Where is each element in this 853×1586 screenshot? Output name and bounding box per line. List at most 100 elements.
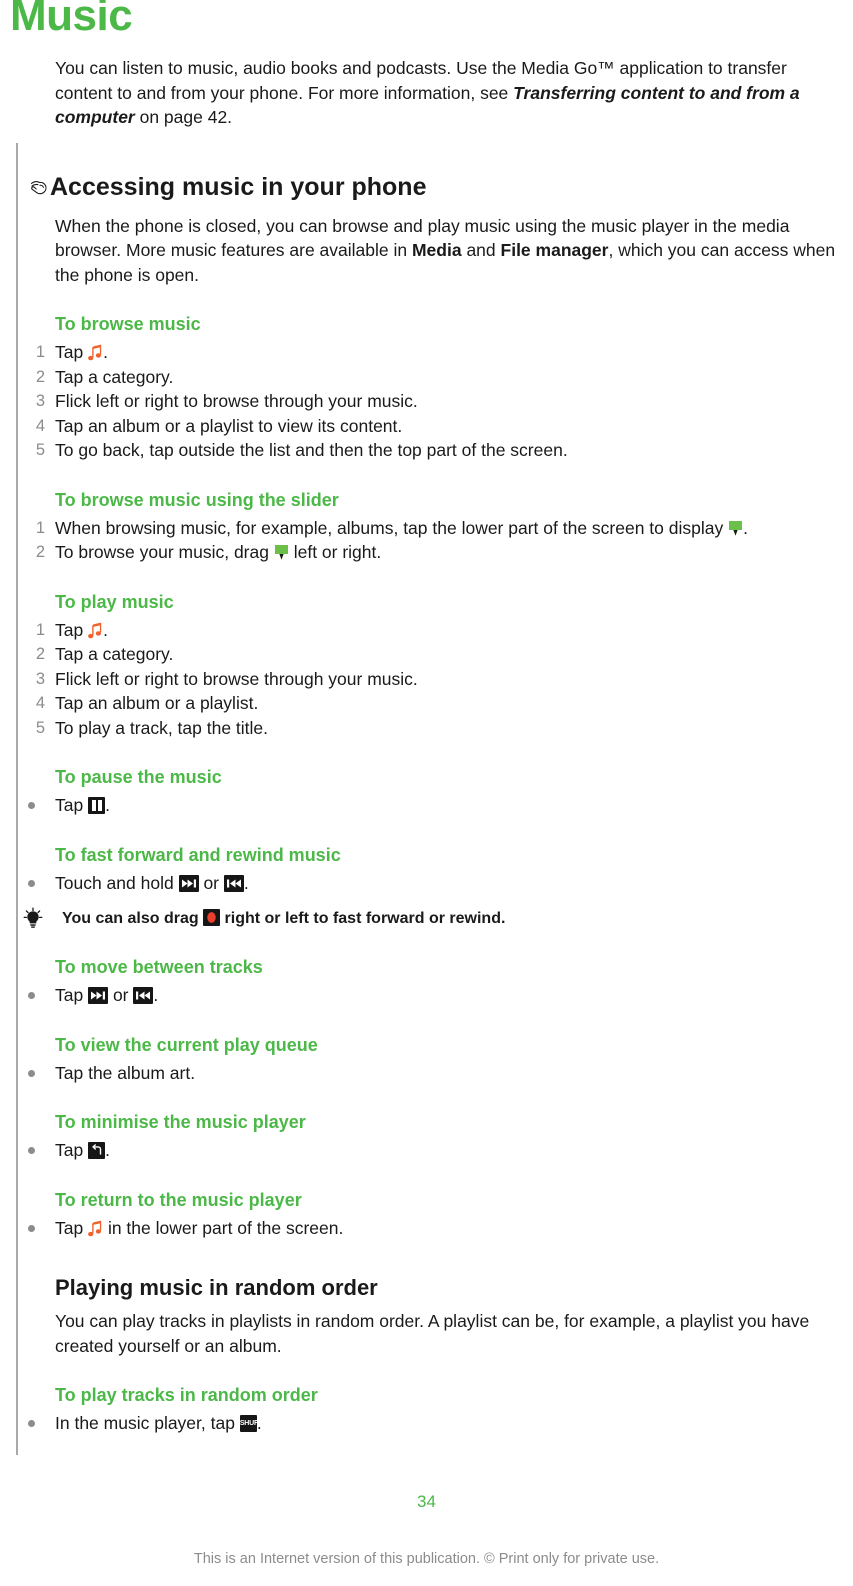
tip-note-fast-forward: You can also drag right or left to fast … [23, 907, 853, 930]
step-item: Tap the album art. [28, 1061, 853, 1086]
procedure-heading-view-play-queue: To view the current play queue [55, 1034, 318, 1055]
section-bold-file-manager: File manager [500, 240, 609, 260]
step-item: 4 Tap an album or a playlist to view its … [36, 414, 853, 439]
document-page: Music You can listen to music, audio boo… [0, 0, 853, 1586]
step-bullet [28, 1224, 35, 1232]
step-item: Tap . [28, 793, 853, 818]
procedure-heading-play-music: To play music [55, 591, 174, 612]
step-text: Tap [55, 795, 89, 815]
section-heading-accessing-music: Accessing music in your phone [28, 172, 853, 202]
tip-text-pre: You can also drag [62, 910, 204, 927]
page-number: 34 [417, 1492, 436, 1511]
slider-marker-icon [274, 543, 289, 560]
next-track-icon [178, 874, 199, 892]
step-text: Tap the album art. [55, 1062, 196, 1083]
step-text: Tap [55, 1217, 89, 1238]
step-text: Flick left or right to browse through yo… [55, 391, 418, 411]
step-item: 5 To go back, tap outside the list and th… [36, 438, 853, 463]
step-number: 5 [35, 718, 45, 737]
step-number: 5 [35, 441, 45, 459]
previous-track-icon [223, 874, 244, 892]
drag-handle-icon [203, 909, 221, 926]
step-item: Tap in the lower part of the screen. [28, 1216, 853, 1241]
step-text: To play a track, tap the title. [55, 717, 269, 738]
step-text: Tap an album or a playlist. [55, 693, 259, 713]
step-text-mid: or [108, 985, 134, 1005]
shuffle-icon: SHUF [239, 1415, 258, 1432]
step-text: To go back, tap outside the list and the… [55, 440, 568, 460]
subsection-paragraph-random-order: You can play tracks in playlists in rand… [55, 1311, 810, 1356]
step-text-post: . [105, 795, 110, 815]
step-text: Tap a category. [55, 366, 174, 387]
music-note-icon [88, 344, 103, 362]
procedure-steps-return-player: Tap in the lower part of the screen. [0, 1216, 853, 1241]
step-item: 2 Tap a category. [36, 365, 853, 390]
step-text: Flick left or right to browse through yo… [55, 668, 418, 689]
step-number: 1 [35, 518, 45, 537]
step-text: Tap an album or a playlist to view its c… [55, 415, 403, 436]
section-paragraph: When the phone is closed, you can browse… [55, 214, 853, 288]
step-number: 2 [35, 367, 45, 386]
next-track-icon [88, 987, 109, 1004]
procedure-heading-browse-music: To browse music [55, 314, 201, 334]
section-heading-label: Accessing music in your phone [50, 172, 427, 201]
intro-text-part2: on page 42. [134, 107, 233, 127]
procedure-steps-view-play-queue: Tap the album art. [0, 1061, 853, 1086]
step-text: Tap a category. [55, 644, 174, 664]
step-text-post: in the lower part of the screen. [103, 1217, 344, 1238]
step-text: Touch and hold [55, 872, 179, 893]
step-text-post: . [103, 342, 108, 362]
lightbulb-icon [22, 907, 44, 929]
step-bullet [28, 1147, 35, 1154]
step-text: Tap [55, 342, 89, 362]
step-item: 1 Tap . [36, 340, 853, 365]
procedure-steps-browse-slider: 1 When browsing music, for example, album… [0, 516, 853, 565]
tip-text-post: right or left to fast forward or rewind. [220, 910, 506, 927]
step-item: 3 Flick left or right to browse through y… [36, 389, 853, 414]
section-bold-media: Media [411, 240, 462, 260]
page-content: You can listen to music, audio books and… [0, 56, 853, 1436]
step-text-post: . [243, 872, 249, 893]
step-text: When browsing music, for example, albums… [55, 517, 729, 538]
step-number: 1 [35, 343, 45, 361]
step-item: 2 Tap a category. [36, 642, 853, 667]
step-bullet [28, 879, 35, 887]
subsection-heading-random-order: Playing music in random order [55, 1275, 378, 1300]
slider-marker-icon [728, 519, 743, 536]
previous-track-icon [133, 987, 154, 1004]
procedure-steps-minimise-player: Tap . [0, 1138, 853, 1163]
procedure-steps-browse-music: 1 Tap . 2 Tap a category. 3 Flick left or r… [0, 340, 853, 463]
step-number: 4 [35, 416, 45, 435]
step-item: Tap . [28, 1138, 853, 1163]
step-item: 5 To play a track, tap the title. [36, 716, 853, 741]
step-text-post: . [743, 517, 748, 538]
step-number: 3 [35, 669, 45, 688]
step-bullet [28, 992, 35, 999]
step-bullet [28, 1420, 35, 1427]
step-number: 1 [35, 620, 45, 639]
procedure-steps-fast-forward-rewind: Touch and hold or . [0, 871, 853, 896]
step-bullet [28, 802, 35, 809]
procedure-steps-play-music: 1 Tap . 2 Tap a category. 3 Flick left or r… [0, 618, 853, 741]
music-note-icon [88, 1220, 103, 1238]
step-item: Touch and hold or . [28, 871, 853, 896]
step-text-post: left or right. [288, 542, 382, 562]
step-number: 2 [35, 543, 45, 561]
step-number: 4 [35, 694, 45, 712]
page-title: Music [10, 0, 133, 40]
section-paragraph-mid: and [461, 240, 501, 260]
footer-note: This is an Internet version of this publ… [193, 1551, 660, 1567]
step-text: Tap [55, 1140, 89, 1160]
pause-icon [88, 797, 106, 814]
step-item: 1 When browsing music, for example, album… [36, 516, 853, 541]
procedure-heading-play-random-order: To play tracks in random order [55, 1385, 318, 1405]
step-text: Tap [55, 619, 89, 640]
step-text: In the music player, tap [55, 1413, 240, 1433]
step-item: 4 Tap an album or a playlist. [36, 691, 853, 716]
step-item: 3 Flick left or right to browse through y… [36, 667, 853, 692]
step-text-post: . [103, 619, 108, 640]
step-item: In the music player, tap SHUF. [28, 1411, 853, 1436]
step-text-mid: or [198, 872, 224, 893]
procedure-heading-return-player: To return to the music player [55, 1189, 302, 1210]
step-bullet [28, 1069, 35, 1077]
